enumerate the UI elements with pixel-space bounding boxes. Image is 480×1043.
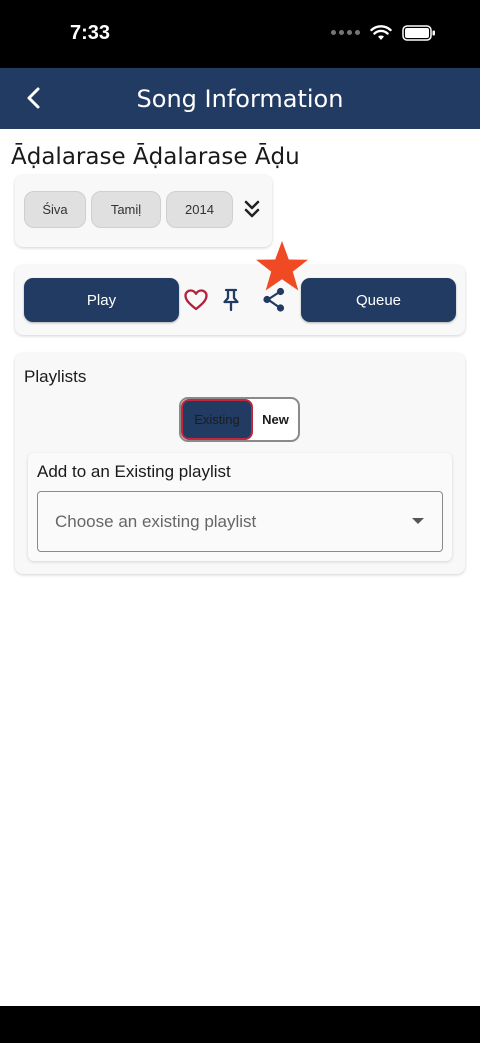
heart-icon bbox=[184, 289, 208, 311]
status-bar: 7:33 bbox=[0, 0, 480, 68]
tag-chip-deity[interactable]: Śiva bbox=[24, 191, 86, 228]
song-title: Āḍalarase Āḍalarase Āḍu bbox=[11, 144, 300, 170]
bottom-bar bbox=[0, 1006, 480, 1043]
segment-new[interactable]: New bbox=[253, 399, 298, 440]
dropdown-arrow-icon bbox=[412, 518, 424, 524]
tag-chip-year[interactable]: 2014 bbox=[166, 191, 233, 228]
play-button[interactable]: Play bbox=[24, 278, 179, 322]
favorite-button[interactable] bbox=[181, 285, 211, 315]
expand-more-icon[interactable] bbox=[241, 197, 263, 223]
existing-playlist-select[interactable]: Choose an existing playlist bbox=[37, 491, 443, 552]
existing-playlist-panel: Add to an Existing playlist Choose an ex… bbox=[28, 453, 452, 561]
tags-card: Śiva Tamiḷ 2014 bbox=[15, 175, 272, 247]
existing-playlist-label: Add to an Existing playlist bbox=[37, 462, 231, 481]
playlists-heading: Playlists bbox=[24, 367, 87, 386]
page-title: Song Information bbox=[136, 85, 344, 113]
pin-button[interactable] bbox=[216, 285, 246, 315]
playlists-card: Playlists Existing New Add to an Existin… bbox=[15, 353, 465, 574]
cellular-signal-icon bbox=[331, 30, 360, 35]
battery-icon bbox=[402, 24, 435, 41]
wifi-icon bbox=[370, 25, 392, 40]
queue-button[interactable]: Queue bbox=[301, 278, 456, 322]
app-header: Song Information bbox=[0, 68, 480, 129]
segment-existing[interactable]: Existing bbox=[181, 399, 253, 440]
actions-card: Play Queue bbox=[15, 241, 465, 335]
main-content: Āḍalarase Āḍalarase Āḍu Śiva Tamiḷ 2014 … bbox=[0, 129, 480, 1006]
status-icons bbox=[331, 24, 436, 41]
playlist-mode-toggle: Existing New bbox=[179, 397, 300, 442]
select-placeholder: Choose an existing playlist bbox=[55, 512, 257, 531]
pin-icon bbox=[223, 288, 239, 312]
status-time: 7:33 bbox=[70, 22, 111, 44]
tag-chip-language[interactable]: Tamiḷ bbox=[91, 191, 161, 228]
